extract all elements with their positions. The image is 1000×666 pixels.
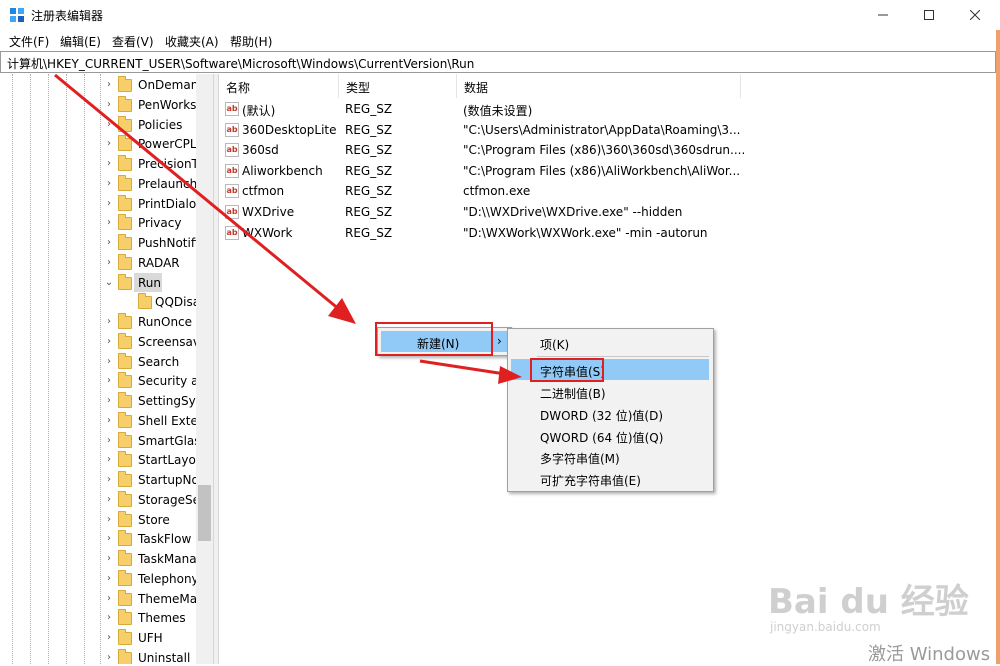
baidu-url-watermark: jingyan.baidu.com xyxy=(770,620,881,634)
annotation-arrows xyxy=(54,73,522,384)
annotation-arrow-icon xyxy=(54,73,356,324)
window-edge xyxy=(996,30,1000,664)
annotation-arrow-icon xyxy=(419,359,522,384)
activate-windows-watermark: 激活 Windows xyxy=(868,644,991,665)
baidu-logo-watermark: Bai du 经验 xyxy=(768,582,969,622)
